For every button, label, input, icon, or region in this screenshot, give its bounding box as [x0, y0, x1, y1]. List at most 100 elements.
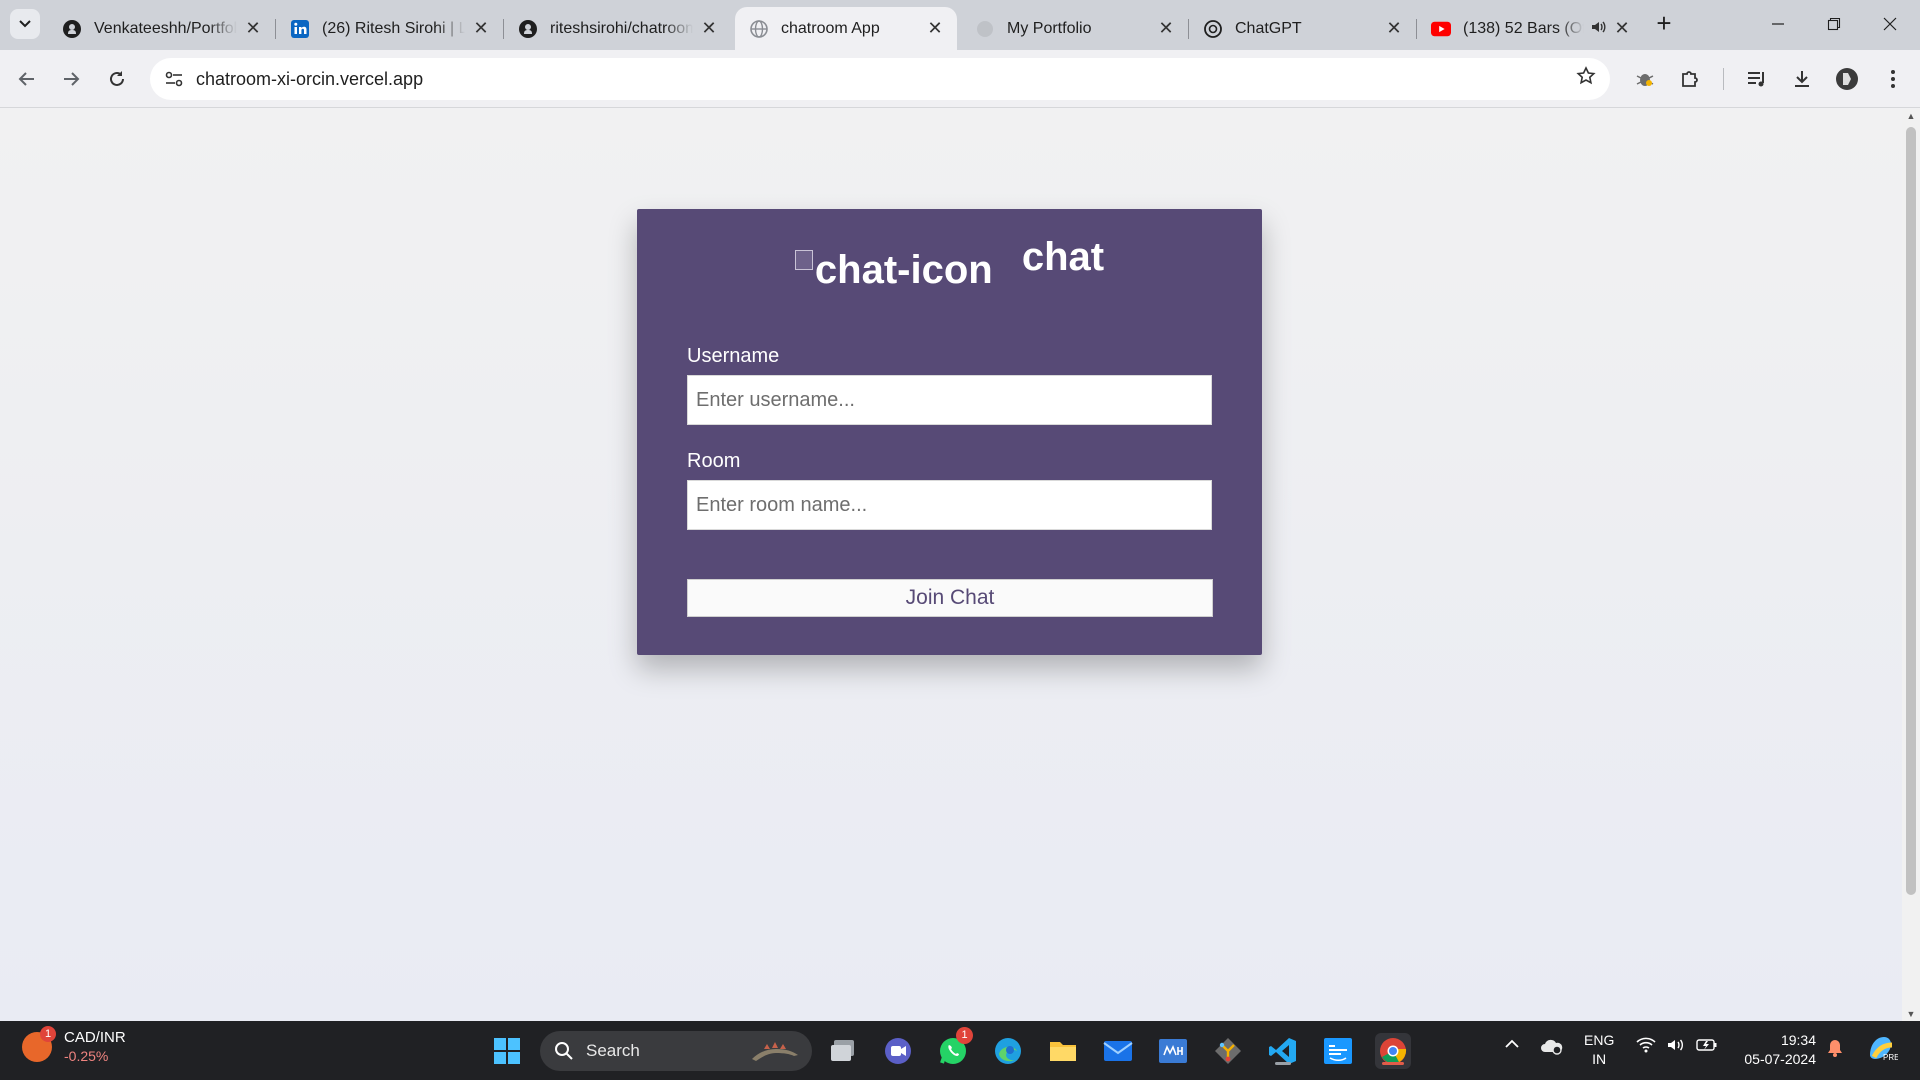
close-tab-icon[interactable]: ✕ — [243, 18, 263, 39]
svg-text:PRE: PRE — [1883, 1053, 1898, 1062]
url-text[interactable]: chatroom-xi-orcin.vercel.app — [196, 69, 423, 90]
tab-youtube-52-bars[interactable]: (138) 52 Bars (Official ✕ — [1417, 7, 1644, 50]
whatsapp-button[interactable]: 1 — [935, 1027, 973, 1069]
close-tab-icon[interactable]: ✕ — [1612, 18, 1632, 39]
tray-overflow-icon[interactable] — [1504, 1037, 1520, 1055]
menu-kebab-icon[interactable] — [1878, 64, 1908, 94]
search-icon — [555, 1042, 573, 1060]
stock-badge: 1 — [40, 1025, 56, 1042]
address-bar[interactable]: chatroom-xi-orcin.vercel.app — [150, 58, 1610, 100]
dinosaur-highlight-icon — [752, 1042, 798, 1061]
teams-meet-button[interactable] — [880, 1033, 916, 1069]
header-title: chat — [1021, 235, 1105, 279]
back-button[interactable] — [12, 64, 42, 94]
close-tab-icon[interactable]: ✕ — [925, 18, 945, 39]
chrome-button[interactable] — [1375, 1033, 1411, 1069]
notification-bell-icon[interactable] — [1826, 1038, 1844, 1063]
volume-icon[interactable] — [1666, 1037, 1686, 1058]
language-code: ENG — [1584, 1032, 1615, 1048]
minimize-button[interactable] — [1750, 10, 1806, 40]
reload-icon — [110, 71, 124, 86]
site-info-icon[interactable] — [160, 65, 188, 93]
onedrive-sync-icon[interactable] — [1540, 1037, 1564, 1060]
tab-title: My Portfolio — [1007, 19, 1092, 37]
browser-toolbar: chatroom-xi-orcin.vercel.app — [0, 50, 1920, 108]
stock-text: CAD/INR -0.25% — [64, 1029, 126, 1064]
join-chat-button[interactable]: Join Chat — [687, 579, 1213, 617]
join-card: chat-icon chat Username Room Join Chat — [637, 209, 1262, 655]
extension-bug-icon[interactable] — [1630, 64, 1660, 94]
copilot-icon[interactable]: PRE — [1864, 1033, 1899, 1068]
chat-icon: chat-icon — [794, 248, 993, 293]
edge-button[interactable] — [990, 1033, 1026, 1069]
youtube-icon — [1431, 19, 1451, 39]
close-tab-icon[interactable]: ✕ — [1156, 18, 1176, 39]
github-icon — [518, 19, 538, 39]
chevron-down-icon — [19, 20, 31, 28]
tab-title: (138) 52 Bars (Official — [1463, 19, 1584, 37]
vertical-scrollbar[interactable]: ▲ ▼ — [1902, 109, 1920, 1021]
extensions-puzzle-icon[interactable] — [1675, 64, 1705, 94]
room-label: Room — [687, 450, 741, 472]
close-tab-icon[interactable]: ✕ — [699, 18, 719, 39]
tab-linkedin-ritesh[interactable]: (26) Ritesh Sirohi | LinkedIn ✕ — [276, 7, 504, 50]
tab-title: chatroom App — [781, 19, 880, 37]
username-input[interactable] — [687, 375, 1212, 425]
tab-riteshsirohi-chatroom[interactable]: riteshsirohi/chatroom ✕ — [504, 7, 731, 50]
taskbar-clock[interactable]: 19:34 05-07-2024 — [1734, 1031, 1816, 1069]
taskbar-search[interactable]: Search — [540, 1031, 812, 1071]
mvhp-app-button[interactable] — [1155, 1033, 1191, 1069]
tab-search-button[interactable] — [10, 9, 40, 39]
git-tool-button[interactable] — [1210, 1033, 1246, 1069]
speaker-icon[interactable] — [1590, 19, 1606, 38]
scroll-up-icon[interactable]: ▲ — [1906, 111, 1916, 121]
username-label: Username — [687, 345, 780, 367]
language-indicator[interactable]: ENG IN — [1584, 1031, 1614, 1069]
windows-logo-icon — [494, 1038, 520, 1064]
scrollbar-thumb[interactable] — [1906, 127, 1916, 895]
room-input[interactable] — [687, 480, 1212, 530]
download-icon[interactable] — [1787, 64, 1817, 94]
close-window-button[interactable] — [1862, 10, 1918, 40]
stock-widget[interactable]: 1 CAD/INR -0.25% — [22, 1025, 126, 1064]
clock-time: 19:34 — [1780, 1032, 1816, 1048]
reload-button[interactable] — [102, 64, 132, 94]
tab-venkateeshh-portfolio[interactable]: Venkateeshh/Portfolio ✕ — [48, 7, 276, 50]
edge-icon — [995, 1038, 1021, 1064]
profile-avatar-icon[interactable] — [1832, 64, 1862, 94]
scroll-down-icon[interactable]: ▼ — [1906, 1009, 1916, 1019]
forward-button[interactable] — [56, 64, 86, 94]
broken-image-icon — [794, 250, 813, 270]
task-view-button[interactable] — [825, 1033, 861, 1069]
close-tab-icon[interactable]: ✕ — [1384, 18, 1404, 39]
prime-video-button[interactable] — [1320, 1033, 1356, 1069]
close-tab-icon[interactable]: ✕ — [471, 18, 491, 39]
tab-title: (26) Ritesh Sirohi | LinkedIn — [322, 19, 465, 37]
region-code: IN — [1592, 1051, 1607, 1067]
media-controls-icon[interactable] — [1742, 64, 1772, 94]
restore-button[interactable] — [1806, 10, 1862, 40]
tab-chatgpt[interactable]: ChatGPT ✕ — [1189, 7, 1417, 50]
vscode-button[interactable] — [1265, 1033, 1301, 1069]
bookmark-star-icon[interactable] — [1576, 66, 1596, 91]
mail-button[interactable] — [1100, 1033, 1136, 1069]
mail-icon — [1103, 1041, 1133, 1061]
wifi-icon[interactable] — [1636, 1037, 1656, 1058]
tab-my-portfolio[interactable]: My Portfolio ✕ — [961, 7, 1189, 50]
close-icon — [1883, 17, 1897, 31]
stock-pair: CAD/INR — [64, 1029, 126, 1046]
running-indicator — [1382, 1062, 1404, 1065]
running-indicator — [1275, 1062, 1291, 1065]
arrow-right-icon — [64, 72, 80, 86]
start-button[interactable] — [489, 1033, 525, 1069]
restore-icon — [1827, 17, 1841, 31]
git-diamond-icon — [1215, 1038, 1241, 1064]
new-tab-button[interactable]: + — [1650, 10, 1678, 38]
chat-icon-alt-text: chat-icon — [814, 248, 993, 292]
arrow-left-icon — [18, 72, 34, 86]
battery-icon[interactable] — [1696, 1037, 1718, 1058]
file-explorer-button[interactable] — [1045, 1033, 1081, 1069]
minimize-icon — [1772, 23, 1784, 25]
tab-chatroom-app[interactable]: chatroom App ✕ — [735, 7, 957, 50]
tab-title: ChatGPT — [1235, 19, 1302, 37]
